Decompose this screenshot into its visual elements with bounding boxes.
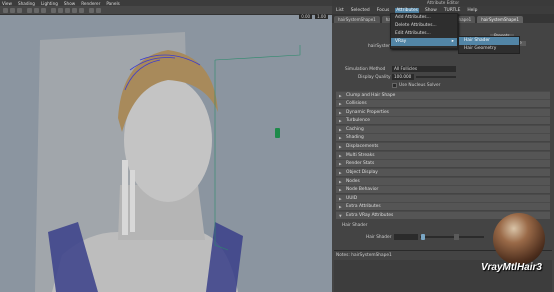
tab-node-active[interactable]: hairSystemShape1 xyxy=(477,16,523,23)
section-turbulence[interactable]: Turbulence xyxy=(336,116,550,125)
character-render xyxy=(35,32,301,292)
section-render-stats[interactable]: Render Stats xyxy=(336,159,550,168)
section-object-display[interactable]: Object Display xyxy=(336,168,550,177)
use-nucleus-checkbox[interactable] xyxy=(392,83,397,88)
section-multi-streaks[interactable]: Multi Streaks xyxy=(336,151,550,160)
menu-attributes[interactable]: Attributes xyxy=(395,7,419,13)
follicle-locator[interactable] xyxy=(275,128,280,138)
vray-submenu: Hair Shader Hair Geometry xyxy=(458,36,520,54)
display-quality-field[interactable]: 100.000 xyxy=(392,74,414,80)
section-displacements[interactable]: Displacements xyxy=(336,142,550,151)
hair-shader-header: Hair Shader xyxy=(342,223,368,228)
bounding-lines xyxy=(214,45,301,251)
menu-selected[interactable]: Selected xyxy=(350,8,371,13)
menu-turtle[interactable]: TURTLE xyxy=(443,8,462,13)
menu-item-edit-attributes[interactable]: Edit Attributes... xyxy=(391,30,457,38)
simulation-method-label: Simulation Method xyxy=(345,67,386,72)
use-nucleus-label: Use Nucleus Solver xyxy=(399,83,441,88)
vray-label: VRay xyxy=(395,39,407,44)
section-extra-attributes[interactable]: Extra Attributes xyxy=(336,202,550,211)
section-dynamic-properties[interactable]: Dynamic Properties xyxy=(336,108,550,117)
hair-shader-label: Hair Shader xyxy=(366,235,392,240)
section-caching[interactable]: Caching xyxy=(336,125,550,134)
viewport-panel[interactable]: View Shading Lighting Show Renderer Pane… xyxy=(0,0,332,292)
hair-strand-left-2 xyxy=(130,170,135,232)
submenu-arrow-icon: ▸ xyxy=(451,39,454,44)
section-shading[interactable]: Shading xyxy=(336,133,550,142)
menu-list[interactable]: List xyxy=(335,8,345,13)
section-collisions[interactable]: Collisions xyxy=(336,99,550,108)
menu-item-vray[interactable]: VRay ▸ xyxy=(391,38,457,46)
fur-collar-right xyxy=(206,222,243,292)
section-uuid[interactable]: UUID xyxy=(336,194,550,203)
display-quality-label: Display Quality xyxy=(358,75,391,80)
map-button-icon[interactable] xyxy=(454,234,459,240)
slider-handle[interactable] xyxy=(421,234,425,240)
menu-focus[interactable]: Focus xyxy=(376,8,391,13)
attributes-dropdown-menu: Add Attributes... Delete Attributes... E… xyxy=(390,13,458,49)
material-name-caption: VrayMtlHair3 xyxy=(481,262,542,273)
menu-item-add-attributes[interactable]: Add Attributes... xyxy=(391,14,457,22)
submenu-item-hair-geometry[interactable]: Hair Geometry xyxy=(459,45,519,53)
tab-node-1[interactable]: hairSystemShape1 xyxy=(334,16,380,23)
hair-shader-field[interactable] xyxy=(394,234,418,240)
material-preview-sphere xyxy=(493,213,545,265)
section-nodes[interactable]: Nodes xyxy=(336,177,550,186)
hair-strand-left xyxy=(122,160,128,235)
section-clump-hair-shape[interactable]: Clump and Hair Shape xyxy=(336,91,550,100)
menu-show[interactable]: Show xyxy=(424,8,438,13)
display-quality-slider[interactable] xyxy=(416,76,456,78)
hair-shader-slider[interactable] xyxy=(420,236,484,238)
menu-item-delete-attributes[interactable]: Delete Attributes... xyxy=(391,22,457,30)
notes-label: Notes: hairSystemShape1 xyxy=(336,253,392,258)
submenu-item-hair-shader[interactable]: Hair Shader xyxy=(459,37,519,45)
section-node-behavior[interactable]: Node Behavior xyxy=(336,185,550,194)
menu-help[interactable]: Help xyxy=(466,8,478,13)
simulation-method-select[interactable]: All Follicles xyxy=(392,66,456,72)
